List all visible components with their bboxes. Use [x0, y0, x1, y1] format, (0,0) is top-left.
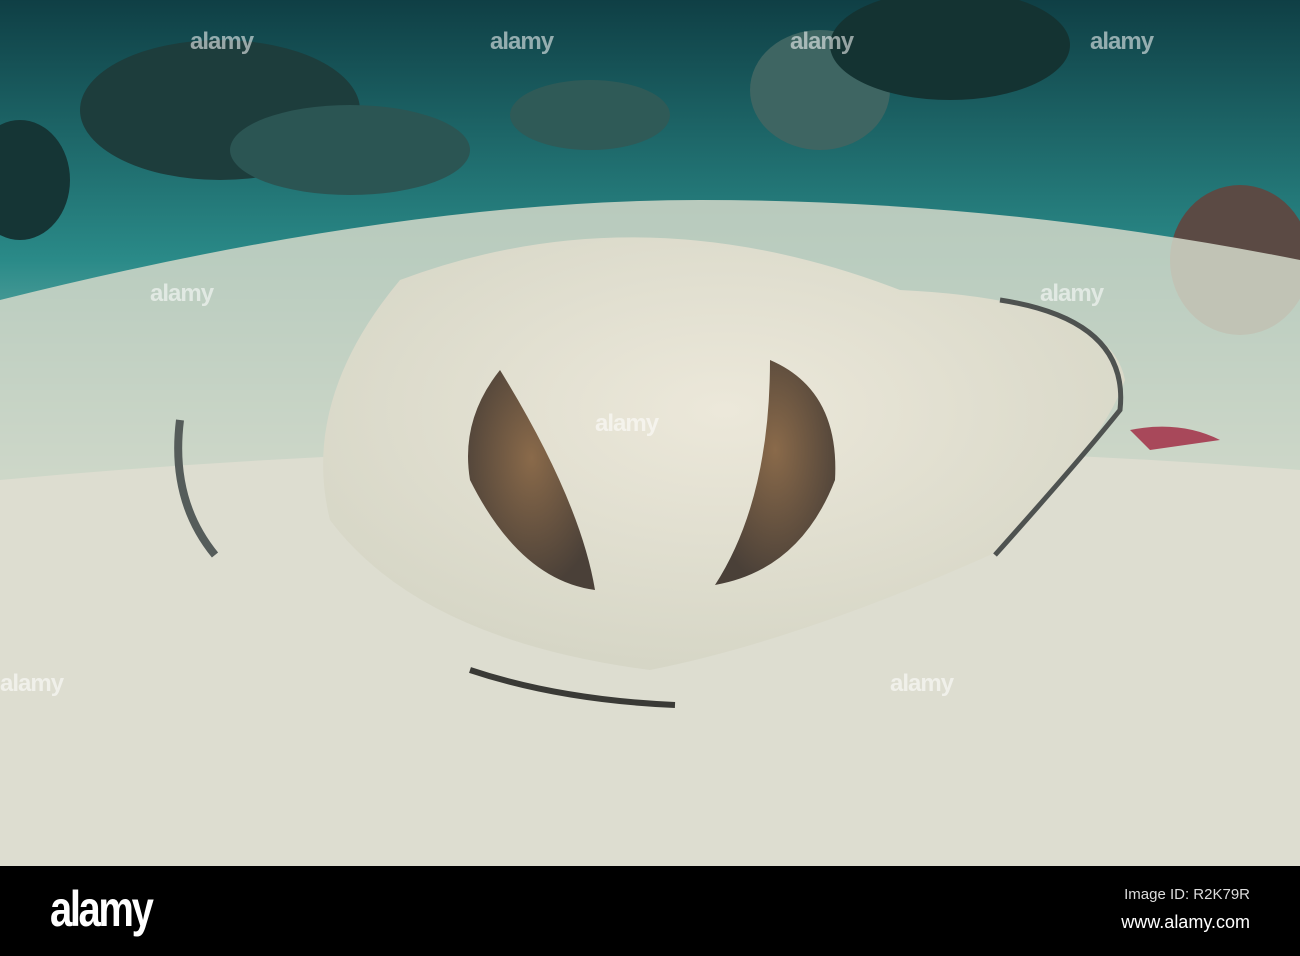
watermark: alamy: [490, 28, 554, 55]
website-link[interactable]: www.alamy.com: [1121, 912, 1250, 933]
watermark: alamy: [190, 28, 254, 55]
watermark: alamy: [1090, 28, 1154, 55]
watermark: alamy: [150, 280, 214, 307]
watermark: alamy: [790, 28, 854, 55]
watermark: alamy: [1040, 280, 1104, 307]
alamy-logo[interactable]: alamy: [50, 880, 154, 938]
footer-bar: alamy Image ID: R2K79R www.alamy.com: [0, 866, 1300, 956]
watermark: alamy: [0, 670, 64, 697]
watermark: alamy: [890, 670, 954, 697]
watermark: alamy: [595, 410, 659, 437]
stingray-photo: alamy alamy alamy alamy alamy alamy alam…: [0, 0, 1300, 866]
image-id: Image ID: R2K79R: [1124, 886, 1250, 903]
